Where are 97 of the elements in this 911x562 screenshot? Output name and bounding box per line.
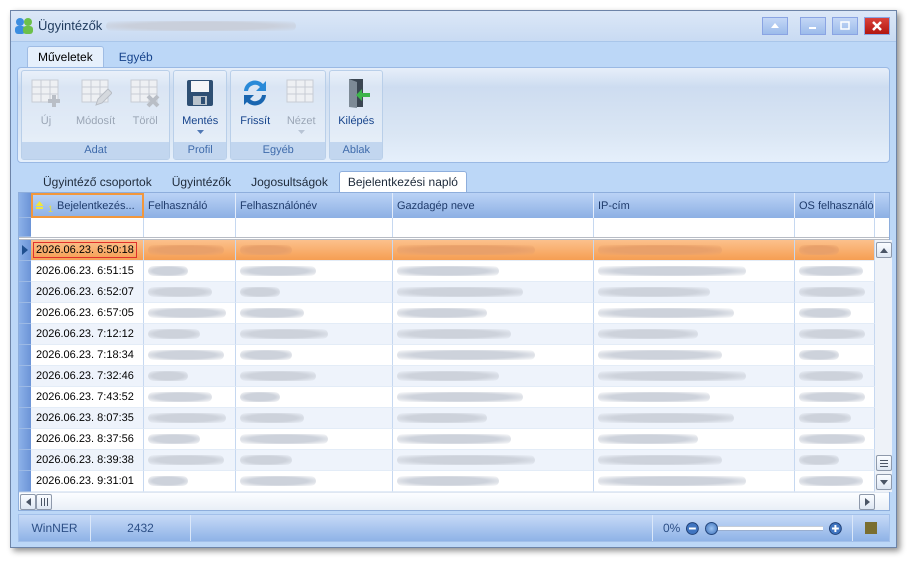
ribbon-button[interactable]: Kilépés bbox=[332, 74, 380, 142]
blurred-text bbox=[799, 434, 865, 444]
table-cell: 2026.06.23. 6:50:18 bbox=[31, 240, 144, 262]
zoom-in-icon[interactable] bbox=[829, 522, 842, 535]
blurred-text bbox=[148, 434, 200, 444]
tab[interactable]: Jogosultságok bbox=[242, 170, 337, 192]
blurred-text bbox=[240, 308, 304, 318]
group-label: Ablak bbox=[330, 142, 382, 158]
tab[interactable]: Bejelentkezési napló bbox=[338, 170, 467, 192]
table-row[interactable]: 2026.06.23. 6:51:15 bbox=[19, 261, 875, 282]
record-count: 2432 bbox=[127, 521, 154, 536]
ribbon-button[interactable]: Frissít bbox=[233, 74, 278, 142]
column-header[interactable]: Felhasználó bbox=[144, 193, 236, 218]
blurred-text bbox=[148, 371, 188, 382]
triangle-up-icon bbox=[771, 23, 779, 28]
blurred-text bbox=[240, 392, 280, 402]
ribbon-tab[interactable]: Műveletek bbox=[27, 46, 104, 68]
ribbon-button[interactable]: Mentés bbox=[176, 74, 224, 142]
table-row[interactable]: 2026.06.23. 6:50:18 bbox=[19, 240, 875, 262]
collapse-ribbon-button[interactable] bbox=[762, 16, 788, 35]
blurred-text bbox=[148, 266, 188, 276]
sort-order: 1 bbox=[48, 204, 54, 214]
scroll-left-button[interactable] bbox=[20, 494, 36, 510]
zoom-out-icon[interactable] bbox=[686, 522, 700, 535]
group-label: Adat bbox=[22, 142, 170, 158]
blurred-text bbox=[799, 287, 865, 298]
column-header[interactable]: IP-cím bbox=[594, 193, 795, 218]
blurred-text bbox=[799, 476, 863, 486]
blurred-text bbox=[799, 266, 863, 276]
scroll-right-button[interactable] bbox=[859, 494, 875, 510]
column-header[interactable]: Felhasználónév bbox=[236, 193, 393, 218]
tab[interactable]: Ügyintézők bbox=[162, 170, 240, 192]
column-header[interactable]: Gazdagép neve bbox=[393, 193, 594, 218]
blurred-text bbox=[240, 287, 280, 298]
table-row[interactable]: 2026.06.23. 8:37:56 bbox=[19, 429, 875, 450]
users-icon bbox=[14, 16, 34, 35]
table-row[interactable]: 2026.06.23. 8:07:35 bbox=[19, 408, 875, 430]
blurred-text bbox=[240, 455, 292, 466]
blurred-text bbox=[148, 329, 200, 340]
scroll-thumb[interactable] bbox=[876, 455, 892, 472]
column-header[interactable]: OS felhasználó bbox=[795, 193, 875, 218]
close-icon bbox=[872, 20, 882, 31]
group-label: Profil bbox=[174, 142, 226, 158]
blurred-text bbox=[799, 308, 851, 318]
maximize-icon bbox=[840, 21, 850, 30]
close-button[interactable] bbox=[864, 16, 890, 35]
blurred-text bbox=[799, 350, 839, 360]
table-row[interactable]: 2026.06.23. 9:31:01 bbox=[19, 471, 875, 492]
minimize-button[interactable] bbox=[800, 16, 826, 35]
blurred-text bbox=[799, 392, 865, 402]
triangle-down-icon bbox=[880, 480, 888, 485]
window-title: Ügyintézők bbox=[38, 18, 102, 34]
blurred-text bbox=[799, 329, 865, 340]
triangle-up-icon bbox=[880, 248, 888, 253]
table-add-icon bbox=[30, 77, 62, 110]
blurred-text bbox=[148, 287, 212, 298]
zoom-percent: 0% bbox=[663, 521, 680, 536]
header-background bbox=[875, 193, 889, 218]
blurred-text bbox=[240, 350, 292, 360]
blurred-text bbox=[799, 413, 851, 424]
scroll-up-button[interactable] bbox=[876, 242, 892, 258]
slider-thumb[interactable] bbox=[705, 522, 718, 535]
table-delete-icon bbox=[129, 77, 162, 110]
blurred-text bbox=[148, 476, 188, 486]
triangle-left-icon bbox=[26, 498, 30, 506]
blurred-text bbox=[240, 245, 292, 256]
table-row[interactable]: 2026.06.23. 7:18:34 bbox=[19, 345, 875, 366]
ribbon-tab[interactable]: Egyéb bbox=[108, 46, 164, 68]
group-label: Egyéb bbox=[231, 142, 326, 158]
dropdown-caret-icon bbox=[298, 130, 305, 134]
column-header[interactable]: 1 Bejelentkezés... bbox=[31, 193, 144, 218]
table-row[interactable]: 2026.06.23. 7:12:12 bbox=[19, 324, 875, 346]
grip-icon bbox=[40, 498, 48, 506]
blurred-text bbox=[799, 245, 839, 256]
current-row-icon bbox=[22, 245, 28, 256]
row-header-corner bbox=[19, 193, 31, 218]
blurred-text bbox=[799, 455, 839, 466]
blurred-text bbox=[799, 371, 863, 382]
blurred-text bbox=[148, 392, 212, 402]
dropdown-caret-icon bbox=[196, 130, 204, 134]
status-app-name: WinNER bbox=[31, 521, 78, 536]
status-indicator-icon bbox=[865, 522, 877, 534]
scroll-thumb[interactable] bbox=[36, 494, 52, 510]
scroll-down-button[interactable] bbox=[876, 474, 892, 490]
table-row[interactable]: 2026.06.23. 6:57:05 bbox=[19, 303, 875, 324]
sort-icon bbox=[35, 201, 44, 210]
triangle-right-icon bbox=[864, 498, 870, 506]
row-header[interactable] bbox=[19, 240, 31, 262]
tab[interactable]: Ügyintéző csoportok bbox=[34, 170, 161, 192]
row-header bbox=[19, 218, 31, 238]
maximize-button[interactable] bbox=[832, 16, 858, 35]
table-row[interactable]: 2026.06.23. 7:43:52 bbox=[19, 387, 875, 408]
table-row[interactable]: 2026.06.23. 8:39:38 bbox=[19, 450, 875, 472]
grip-icon bbox=[880, 460, 888, 467]
table-row[interactable]: 2026.06.23. 7:32:46 bbox=[19, 366, 875, 388]
table-row[interactable]: 2026.06.23. 6:52:07 bbox=[19, 282, 875, 304]
blurred-text bbox=[240, 413, 304, 424]
